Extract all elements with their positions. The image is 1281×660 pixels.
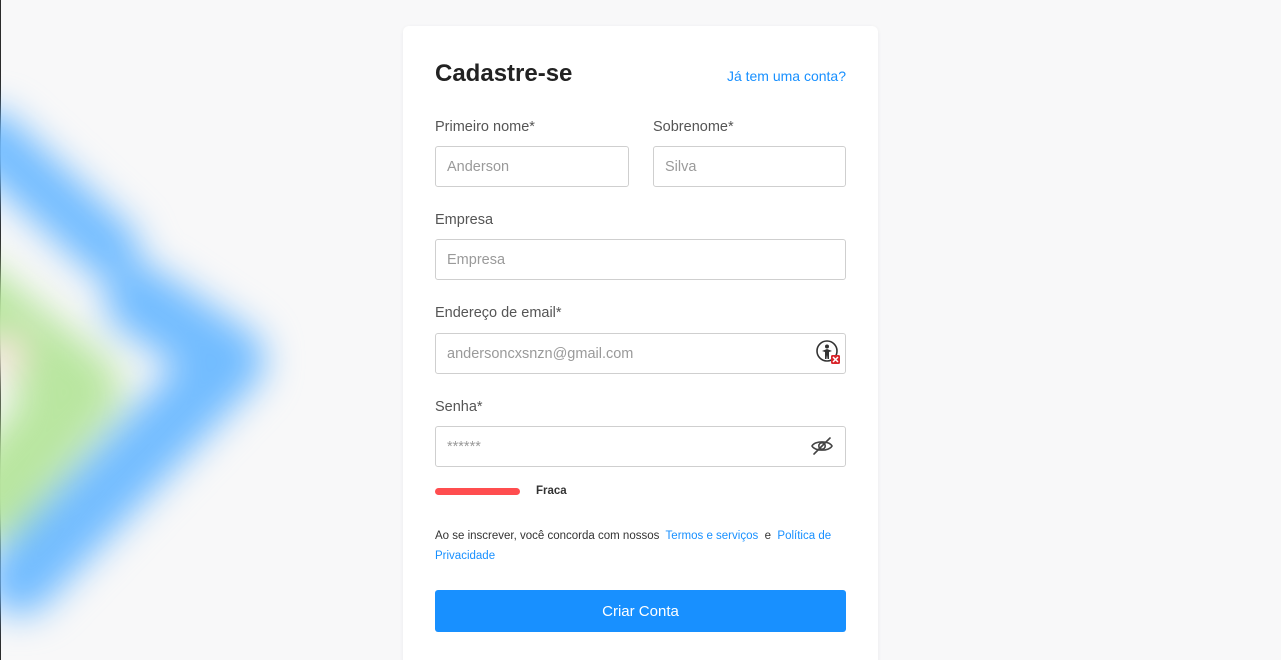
first-name-label: Primeiro nome* (435, 119, 535, 135)
last-name-input[interactable] (653, 146, 846, 187)
password-label: Senha* (435, 399, 483, 415)
company-label: Empresa (435, 212, 494, 228)
terms-text: Ao se inscrever, você concorda com nosso… (435, 526, 850, 566)
create-account-button[interactable]: Criar Conta (435, 590, 846, 632)
terms-prefix: Ao se inscrever, você concorda com nosso… (435, 530, 660, 542)
first-name-input[interactable] (435, 146, 629, 187)
last-name-label: Sobrenome* (653, 119, 734, 135)
signup-page: Cadastre-se Já tem uma conta? Primeiro n… (0, 0, 1281, 660)
decorative-arrow-graphic (0, 111, 265, 615)
password-strength-bar (435, 488, 520, 495)
signup-card: Cadastre-se Já tem uma conta? Primeiro n… (403, 26, 878, 660)
company-input[interactable] (435, 239, 846, 280)
window-edge (0, 0, 1, 660)
page-title: Cadastre-se (435, 60, 573, 87)
login-link[interactable]: Já tem uma conta? (727, 68, 846, 84)
email-label: Endereço de email* (435, 305, 562, 321)
password-input[interactable] (435, 426, 846, 467)
terms-link[interactable]: Termos e serviços (666, 530, 759, 542)
terms-connector: e (764, 530, 772, 542)
eye-slash-icon[interactable] (810, 434, 834, 458)
password-manager-icon[interactable] (816, 340, 840, 364)
email-input[interactable] (435, 333, 846, 374)
password-strength-label: Fraca (536, 485, 567, 497)
